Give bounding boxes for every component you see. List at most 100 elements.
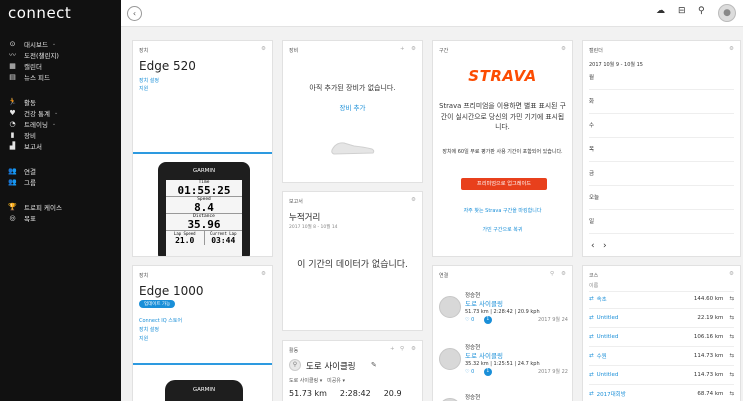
calendar-day[interactable]: 오늘: [589, 193, 599, 201]
update-badge[interactable]: 업데이트 가능: [139, 300, 176, 308]
sidebar-item-news[interactable]: ▤ 뉴스 피드: [8, 71, 50, 82]
activity-privacy-dropdown-icon[interactable]: ▾: [343, 378, 346, 384]
send-to-device-icon[interactable]: ⇆: [729, 372, 734, 378]
table-row[interactable]: ⇄ 속초 144.60 km ⇆: [589, 290, 734, 309]
sidebar-item-report[interactable]: ▟ 보고서: [8, 140, 42, 151]
table-row[interactable]: ⇄ 수원 114.73 km ⇆: [589, 347, 734, 366]
device-sync-icon[interactable]: ⚲: [698, 6, 705, 16]
settings-icon[interactable]: ⚙: [561, 271, 566, 277]
connection-name[interactable]: 정승현: [465, 292, 568, 300]
calendar-day[interactable]: 월: [589, 73, 594, 81]
sidebar-item-groups[interactable]: 👥 그룹: [8, 176, 36, 187]
send-to-device-icon[interactable]: ⇆: [729, 296, 734, 302]
device-settings-link[interactable]: 장치 설정: [139, 326, 159, 333]
settings-icon[interactable]: ⚙: [411, 346, 416, 352]
sidebar-item-challenge[interactable]: 〰 도전(챌린지): [8, 49, 59, 60]
settings-icon[interactable]: ⚙: [729, 271, 734, 277]
settings-icon[interactable]: ⚙: [261, 271, 266, 277]
course-name[interactable]: Untitled: [597, 372, 694, 378]
sidebar-item-activity[interactable]: 🏃 활동: [8, 96, 36, 107]
table-row[interactable]: ⇄ Untitled 114.73 km ⇆: [589, 366, 734, 385]
chevron-down-icon[interactable]: ⌄: [54, 110, 58, 116]
add-icon[interactable]: +: [400, 46, 405, 52]
connection-activity[interactable]: 도로 사이클링: [465, 352, 568, 360]
chevron-down-icon[interactable]: ⌄: [52, 41, 56, 47]
like-count: 0: [471, 317, 475, 323]
activity-type-dropdown-icon[interactable]: ▾: [320, 378, 323, 384]
divider: [133, 152, 272, 154]
strava-mark-link[interactable]: 자주 찾는 Strava 구간을 마킹합니다: [433, 207, 572, 214]
settings-icon[interactable]: ⚙: [411, 46, 416, 52]
connection-name[interactable]: 정승현: [465, 394, 568, 401]
send-to-device-icon[interactable]: ⇆: [729, 353, 734, 359]
sidebar-item-heart[interactable]: ♥ 건강 통계 ⌄: [8, 107, 58, 118]
back-button[interactable]: ‹: [127, 6, 142, 21]
activity-title[interactable]: 도로 사이클링: [306, 360, 356, 372]
settings-icon[interactable]: ⚙: [561, 46, 566, 52]
table-row[interactable]: ⇄ Untitled 106.16 km ⇆: [589, 328, 734, 347]
calendar-day[interactable]: 수: [589, 121, 594, 129]
course-name[interactable]: Untitled: [597, 334, 694, 340]
activity-privacy[interactable]: 미공유: [327, 378, 341, 384]
connect-logo[interactable]: connect: [8, 4, 71, 22]
report-icon: ▟: [9, 141, 16, 150]
sidebar-item-dashboard[interactable]: ⊙ 대시보드 ⌄: [8, 38, 57, 49]
sidebar-item-training[interactable]: ◔ 트레이닝 ⌄: [8, 118, 56, 129]
add-gear-link[interactable]: 장비 추가: [283, 102, 422, 112]
inbox-icon[interactable]: ⊟: [678, 6, 686, 16]
send-to-device-icon[interactable]: ⇆: [729, 315, 734, 321]
chevron-down-icon[interactable]: ⌄: [52, 121, 56, 127]
edit-icon[interactable]: ✎: [371, 361, 377, 369]
garmin-segments-link[interactable]: 가민 구간으로 복귀: [433, 226, 572, 233]
course-name[interactable]: 2017대회방: [597, 390, 698, 398]
user-avatar[interactable]: ●: [718, 4, 736, 22]
avatar[interactable]: [439, 296, 461, 318]
gear-card: 장비 + ⚙ 아직 추가된 장비가 없습니다. 장비 추가: [282, 40, 423, 183]
avatar[interactable]: [439, 348, 461, 370]
add-icon[interactable]: +: [390, 346, 395, 352]
comment-icon[interactable]: 1: [483, 316, 492, 324]
device-name[interactable]: Edge 520: [139, 59, 196, 73]
connect-iq-link[interactable]: Connect IQ 스토어: [139, 317, 182, 324]
sidebar-item-goal[interactable]: ◎ 목표: [8, 212, 36, 223]
support-link[interactable]: 지원: [139, 335, 148, 342]
comment-icon[interactable]: 1: [483, 368, 492, 376]
sidebar-item-trophy[interactable]: 🏆 트로피 케이스: [8, 201, 62, 212]
calendar-next-button[interactable]: ›: [603, 241, 607, 251]
calendar-day[interactable]: 금: [589, 169, 594, 177]
sidebar-item-gear[interactable]: ▮ 장비: [8, 129, 36, 140]
calendar-prev-button[interactable]: ‹: [591, 241, 595, 251]
report-title[interactable]: 누적거리: [289, 211, 320, 223]
courses-card: 코스 ⚙ 이름 ⇄ 속초 144.60 km ⇆ ⇄ Untitled 22.19 km ⇆ ⇄…: [582, 265, 741, 401]
calendar-day[interactable]: 일: [589, 217, 594, 225]
table-row[interactable]: ⇄ 2017대회방 68.74 km ⇆: [589, 385, 734, 401]
device-settings-link[interactable]: 장치 설정: [139, 77, 159, 84]
settings-icon[interactable]: ⚙: [411, 197, 416, 203]
settings-icon[interactable]: ⚙: [729, 46, 734, 52]
calendar-day[interactable]: 화: [589, 97, 594, 105]
like-icon[interactable]: ♡: [465, 316, 469, 324]
course-icon: ⇄: [589, 296, 594, 302]
calendar-day[interactable]: 목: [589, 145, 594, 153]
course-name[interactable]: 수원: [597, 352, 694, 360]
cloud-upload-icon[interactable]: ☁: [656, 6, 665, 16]
like-icon[interactable]: ♡: [465, 368, 469, 376]
device-name[interactable]: Edge 1000: [139, 284, 204, 298]
support-link[interactable]: 지원: [139, 85, 148, 92]
settings-icon[interactable]: ⚙: [261, 46, 266, 52]
course-name[interactable]: 속초: [597, 295, 694, 303]
sidebar-item-connections[interactable]: 👥 연결: [8, 165, 36, 176]
course-icon: ⇄: [589, 372, 594, 378]
course-name[interactable]: Untitled: [597, 315, 698, 321]
connection-activity[interactable]: 도로 사이클링: [465, 300, 568, 308]
activity-distance: 51.73 km: [289, 389, 327, 398]
upgrade-button[interactable]: 프리미엄으로 업그레이드: [461, 178, 547, 190]
sidebar-item-calendar[interactable]: ▦ 캘린더: [8, 60, 42, 71]
activity-type[interactable]: 도로 사이클링: [289, 378, 318, 384]
search-icon[interactable]: ⚲: [550, 271, 554, 277]
search-icon[interactable]: ⚲: [400, 346, 404, 352]
connection-name[interactable]: 정승현: [465, 344, 568, 352]
table-row[interactable]: ⇄ Untitled 22.19 km ⇆: [589, 309, 734, 328]
send-to-device-icon[interactable]: ⇆: [729, 334, 734, 340]
send-to-device-icon[interactable]: ⇆: [729, 391, 734, 397]
